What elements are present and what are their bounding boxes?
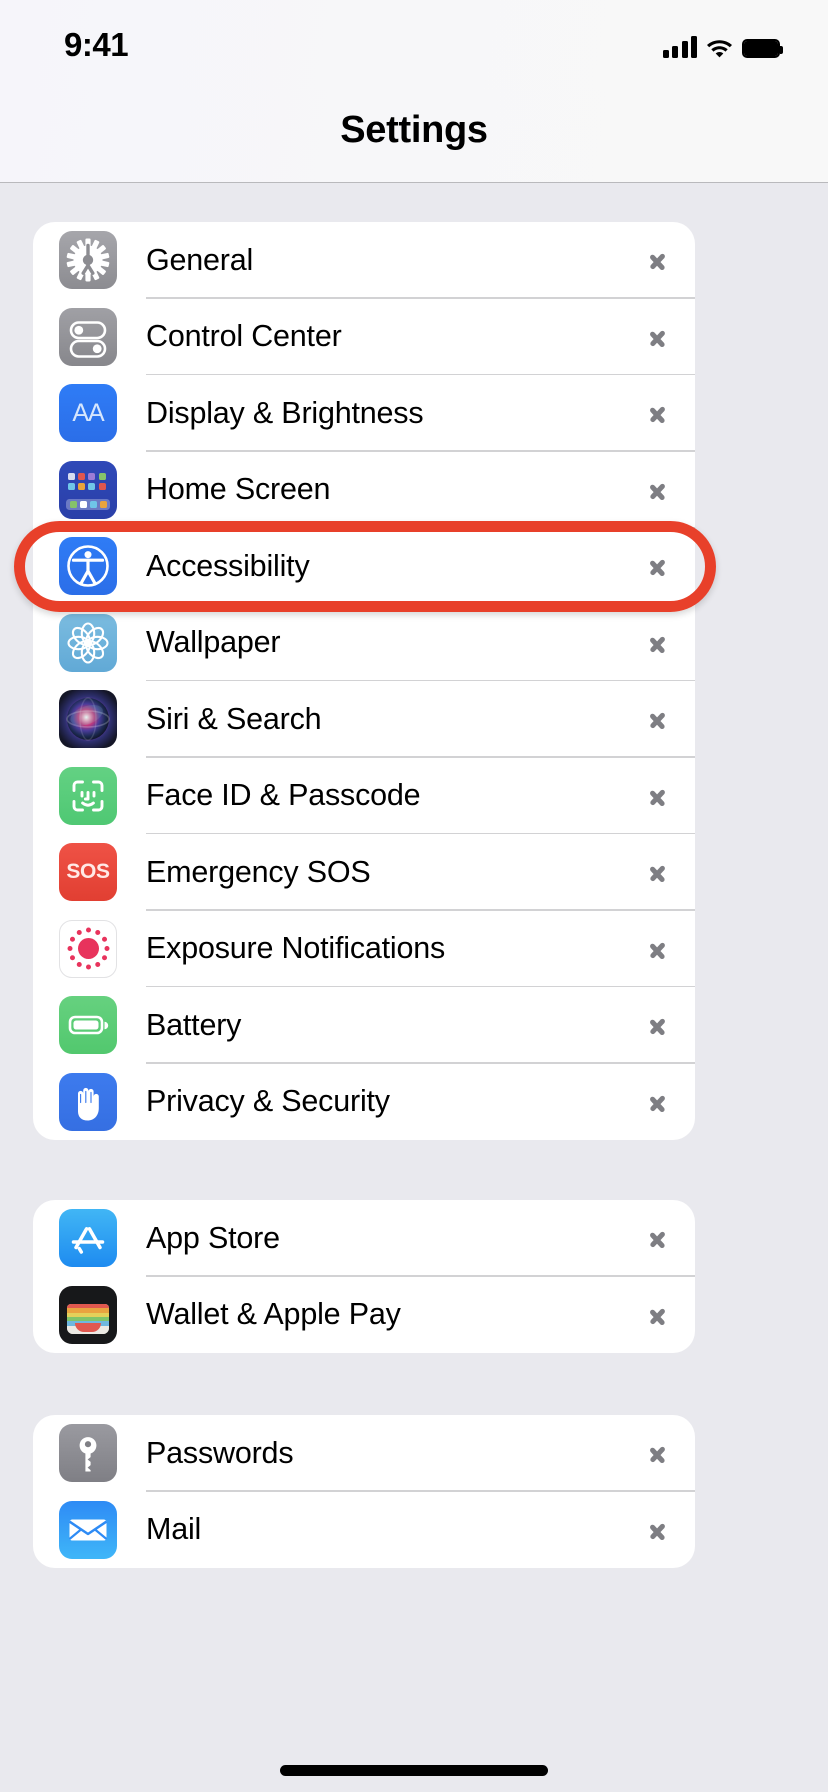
settings-row-app-store[interactable]: App Store: [33, 1200, 695, 1277]
settings-row-label: Control Center: [146, 319, 342, 354]
flower-icon: [59, 613, 117, 672]
settings-row-label: Siri & Search: [146, 701, 322, 736]
settings-row-exposure-notifications[interactable]: Exposure Notifications: [33, 911, 695, 987]
accounts-group: Passwords Mail: [33, 1415, 695, 1568]
settings-row-label: Battery: [146, 1007, 242, 1042]
settings-row-passwords[interactable]: Passwords: [33, 1415, 695, 1492]
settings-row-label: Home Screen: [146, 472, 331, 507]
settings-row-label: Wallpaper: [146, 625, 281, 660]
settings-row-wallet-apple-pay[interactable]: Wallet & Apple Pay: [33, 1277, 695, 1354]
face-id-icon: [59, 766, 117, 825]
settings-row-label: Wallet & Apple Pay: [146, 1297, 401, 1332]
settings-row-label: Privacy & Security: [146, 1084, 390, 1119]
settings-row-siri-search[interactable]: Siri & Search: [33, 681, 695, 758]
system-group: General Control Center AA Display & Bright…: [33, 222, 695, 1140]
battery-icon: [59, 996, 117, 1055]
navigation-bar: Settings: [0, 90, 828, 183]
chevron-right-icon: [648, 475, 665, 505]
settings-list[interactable]: General Control Center AA Display & Bright…: [0, 184, 828, 1792]
chevron-right-icon: [648, 628, 665, 658]
chevron-right-icon: [648, 398, 665, 428]
chevron-right-icon: [648, 245, 665, 275]
settings-row-mail[interactable]: Mail: [33, 1492, 695, 1569]
chevron-right-icon: [648, 1087, 665, 1117]
exposure-dots-icon: [59, 919, 117, 978]
settings-row-privacy-security[interactable]: Privacy & Security: [33, 1064, 695, 1141]
cellular-bars-icon: [662, 36, 697, 58]
page-title: Settings: [340, 109, 488, 151]
wifi-icon: [706, 37, 733, 58]
chevron-right-icon: [648, 551, 665, 581]
settings-row-battery[interactable]: Battery: [33, 987, 695, 1064]
chevron-right-icon: [648, 1223, 665, 1253]
envelope-icon: [59, 1500, 117, 1559]
settings-row-display-brightness[interactable]: AA Display & Brightness: [33, 375, 695, 452]
settings-row-label: Accessibility: [146, 548, 310, 583]
settings-row-label: Mail: [146, 1512, 202, 1547]
chevron-right-icon: [648, 1515, 665, 1545]
settings-row-label: App Store: [146, 1220, 280, 1255]
status-bar: 9:41: [0, 0, 828, 90]
app-grid-icon: [59, 460, 117, 519]
settings-screen: 9:41 Settings General Control Center AA …: [0, 0, 828, 1792]
status-bar-time: 9:41: [64, 26, 129, 63]
settings-row-accessibility[interactable]: Accessibility: [33, 528, 695, 605]
siri-orb-icon: [59, 690, 117, 749]
settings-row-label: Passwords: [146, 1435, 294, 1470]
home-indicator[interactable]: [280, 1765, 548, 1776]
store-group: App Store Wallet & Apple Pay: [33, 1200, 695, 1353]
accessibility-icon: [59, 537, 117, 596]
chevron-right-icon: [648, 857, 665, 887]
app-store-icon: [59, 1209, 117, 1268]
settings-row-label: Exposure Notifications: [146, 931, 446, 966]
settings-row-general[interactable]: General: [33, 222, 695, 299]
key-icon: [59, 1424, 117, 1483]
chevron-right-icon: [648, 934, 665, 964]
settings-row-control-center[interactable]: Control Center: [33, 299, 695, 375]
settings-row-wallpaper[interactable]: Wallpaper: [33, 605, 695, 681]
toggles-icon: [59, 307, 117, 366]
aa-text-icon: AA: [59, 384, 117, 443]
chevron-right-icon: [648, 1300, 665, 1330]
chevron-right-icon: [648, 1010, 665, 1040]
status-bar-indicators: [662, 28, 783, 58]
settings-row-label: Face ID & Passcode: [146, 778, 421, 813]
settings-row-home-screen[interactable]: Home Screen: [33, 452, 695, 528]
hand-icon: [59, 1072, 117, 1131]
gear-icon: [59, 231, 117, 290]
settings-row-emergency-sos[interactable]: SOS Emergency SOS: [33, 834, 695, 911]
sos-icon: SOS: [59, 843, 117, 902]
battery-full-icon: [742, 39, 783, 58]
settings-row-label: General: [146, 242, 254, 277]
settings-row-label: Display & Brightness: [146, 395, 424, 430]
chevron-right-icon: [648, 322, 665, 352]
wallet-icon: [59, 1285, 117, 1344]
chevron-right-icon: [648, 781, 665, 811]
chevron-right-icon: [648, 1438, 665, 1468]
settings-row-face-id-passcode[interactable]: Face ID & Passcode: [33, 758, 695, 834]
settings-row-label: Emergency SOS: [146, 854, 371, 889]
chevron-right-icon: [648, 704, 665, 734]
